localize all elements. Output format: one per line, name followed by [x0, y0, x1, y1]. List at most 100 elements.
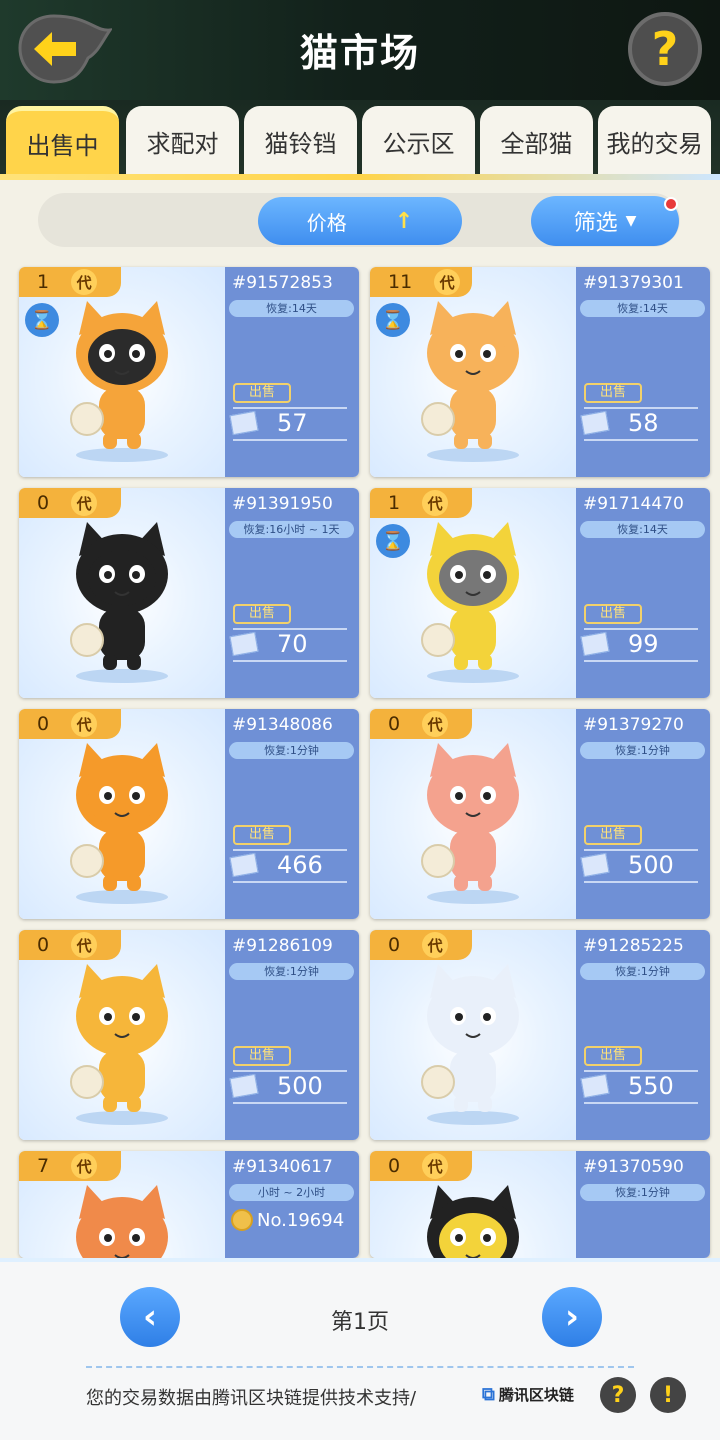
cat-info-panel: #91286109 恢复:1分钟 出售 500	[225, 930, 359, 1140]
cat-card[interactable]: 0 代 #91379270 恢复:1分钟 出售 500	[370, 709, 710, 919]
price-value: 550	[628, 1072, 674, 1100]
cat-portrait: 1 代 ⌛	[19, 267, 225, 477]
generation-number: 11	[388, 271, 413, 293]
for-sale-tag: 出售	[584, 604, 642, 624]
cat-info-panel: #91714470 恢复:14天 出售 99	[576, 488, 710, 698]
cat-portrait: 7代	[19, 1151, 225, 1258]
cat-id: #91379270	[583, 715, 684, 735]
filter-button[interactable]: 筛选 ▼	[531, 196, 679, 246]
generation-tag: 代	[71, 932, 98, 958]
for-sale-tag: 出售	[584, 825, 642, 845]
cat-id: #91714470	[583, 494, 684, 514]
cat-info-panel: #91285225 恢复:1分钟 出售 550	[576, 930, 710, 1140]
cat-portrait: 0代	[370, 930, 576, 1140]
coin-icon	[231, 1209, 253, 1231]
help-button[interactable]: ?	[628, 12, 702, 86]
generation-tag: 代	[71, 490, 98, 516]
ticket-icon	[229, 852, 259, 878]
page-title: 猫市场	[299, 31, 420, 75]
cat-info-panel: #91340617 小时 ~ 2小时 No.19694	[225, 1151, 359, 1258]
notification-dot	[664, 197, 678, 211]
divider	[584, 881, 698, 883]
cat-card[interactable]: 1 代 ⌛ #91714470 恢复:14天 出售 99	[370, 488, 710, 698]
tab-my-trades[interactable]: 我的交易	[598, 106, 711, 176]
cat-portrait: 1 代 ⌛	[370, 488, 576, 698]
tab-all-cats[interactable]: 全部猫	[480, 106, 593, 176]
generation-badge: 0代	[19, 930, 121, 960]
recovery-time: 恢复:14天	[580, 300, 705, 317]
recovery-time: 恢复:1分钟	[229, 963, 354, 980]
brand-label: 腾讯区块链	[498, 1386, 574, 1404]
next-page-button[interactable]: ›	[542, 1287, 602, 1347]
footer-help-button[interactable]: ?	[600, 1377, 636, 1413]
cat-avatar-icon	[421, 743, 519, 904]
tab-for-sale[interactable]: 出售中	[6, 106, 119, 176]
cat-card[interactable]: 0 代 #91286109 恢复:1分钟 出售 500	[19, 930, 359, 1140]
hourglass-icon: ⌛	[376, 303, 410, 337]
tab-public[interactable]: 公示区	[362, 106, 475, 176]
recovery-time: 恢复:1分钟	[229, 742, 354, 759]
price-value: 58	[628, 409, 659, 437]
generation-badge: 7代	[19, 1151, 121, 1181]
cat-card[interactable]: 1 代 ⌛ #91572853 恢复:14天 出售 57	[19, 267, 359, 477]
divider	[584, 1102, 698, 1104]
divider	[584, 660, 698, 662]
chevron-right-icon: ›	[564, 1297, 579, 1337]
cat-card[interactable]: 7 代 #91340617 小时 ~ 2小时 No.19694	[19, 1151, 359, 1258]
generation-number: 0	[37, 492, 50, 514]
for-sale-tag: 出售	[233, 604, 291, 624]
ticket-icon	[229, 631, 259, 657]
cat-avatar-icon	[427, 1185, 519, 1258]
recovery-time: 恢复:1分钟	[580, 963, 705, 980]
for-sale-tag: 出售	[584, 1046, 642, 1066]
cat-info-panel: #91348086 恢复:1分钟 出售 466	[225, 709, 359, 919]
filter-icon: ▼	[625, 213, 637, 229]
footer-alert-button[interactable]: !	[650, 1377, 686, 1413]
ticket-icon	[580, 1073, 610, 1099]
for-sale-tag: 出售	[233, 1046, 291, 1066]
recovery-time: 恢复:16小时 ~ 1天	[229, 521, 354, 538]
cat-id: #91391950	[232, 494, 333, 514]
cat-id: #91340617	[232, 1157, 333, 1177]
price-sort-button[interactable]: 价格 ↑	[258, 197, 462, 245]
generation-tag: 代	[422, 490, 449, 516]
cat-card[interactable]: 11 代 ⌛ #91379301 恢复:14天 出售 58	[370, 267, 710, 477]
cat-avatar-icon	[421, 522, 519, 683]
cat-avatar-icon	[70, 522, 168, 683]
cat-card[interactable]: 0 代 #91370590 恢复:1分钟	[370, 1151, 710, 1258]
generation-number: 0	[37, 713, 50, 735]
ticket-icon	[229, 1073, 259, 1099]
tab-cat-bell[interactable]: 猫铃铛	[244, 106, 357, 176]
cat-portrait: 0代	[19, 930, 225, 1140]
generation-badge: 1代	[19, 267, 121, 297]
cat-id: #91370590	[583, 1157, 684, 1177]
cat-id: #91286109	[232, 936, 333, 956]
generation-badge: 0代	[370, 930, 472, 960]
divider	[233, 439, 347, 441]
cat-avatar-icon	[70, 743, 168, 904]
recovery-time: 恢复:1分钟	[580, 742, 705, 759]
generation-badge: 1代	[370, 488, 472, 518]
for-sale-tag: 出售	[233, 383, 291, 403]
cat-card[interactable]: 0 代 #91348086 恢复:1分钟 出售 466	[19, 709, 359, 919]
tencent-blockchain-brand[interactable]: ⧉ 腾讯区块链	[482, 1384, 574, 1405]
cat-portrait: 11 代 ⌛	[370, 267, 576, 477]
generation-tag: 代	[422, 711, 449, 737]
generation-badge: 0代	[370, 1151, 472, 1181]
filter-label: 筛选	[573, 211, 618, 236]
cat-portrait: 0代	[19, 488, 225, 698]
generation-number: 1	[388, 492, 401, 514]
cat-card[interactable]: 0 代 #91285225 恢复:1分钟 出售 550	[370, 930, 710, 1140]
ticket-icon	[580, 631, 610, 657]
cat-info-panel: #91391950 恢复:16小时 ~ 1天 出售 70	[225, 488, 359, 698]
ticket-icon	[229, 410, 259, 436]
blockchain-logo-icon: ⧉	[482, 1384, 495, 1405]
cat-portrait: 0代	[370, 709, 576, 919]
generation-number: 0	[388, 713, 401, 735]
for-sale-tag: 出售	[233, 825, 291, 845]
tab-match[interactable]: 求配对	[126, 106, 239, 176]
cat-card[interactable]: 0 代 #91391950 恢复:16小时 ~ 1天 出售 70	[19, 488, 359, 698]
top-bar: 猫市场 ?	[0, 0, 720, 100]
hourglass-icon: ⌛	[25, 303, 59, 337]
prev-page-button[interactable]: ‹	[120, 1287, 180, 1347]
